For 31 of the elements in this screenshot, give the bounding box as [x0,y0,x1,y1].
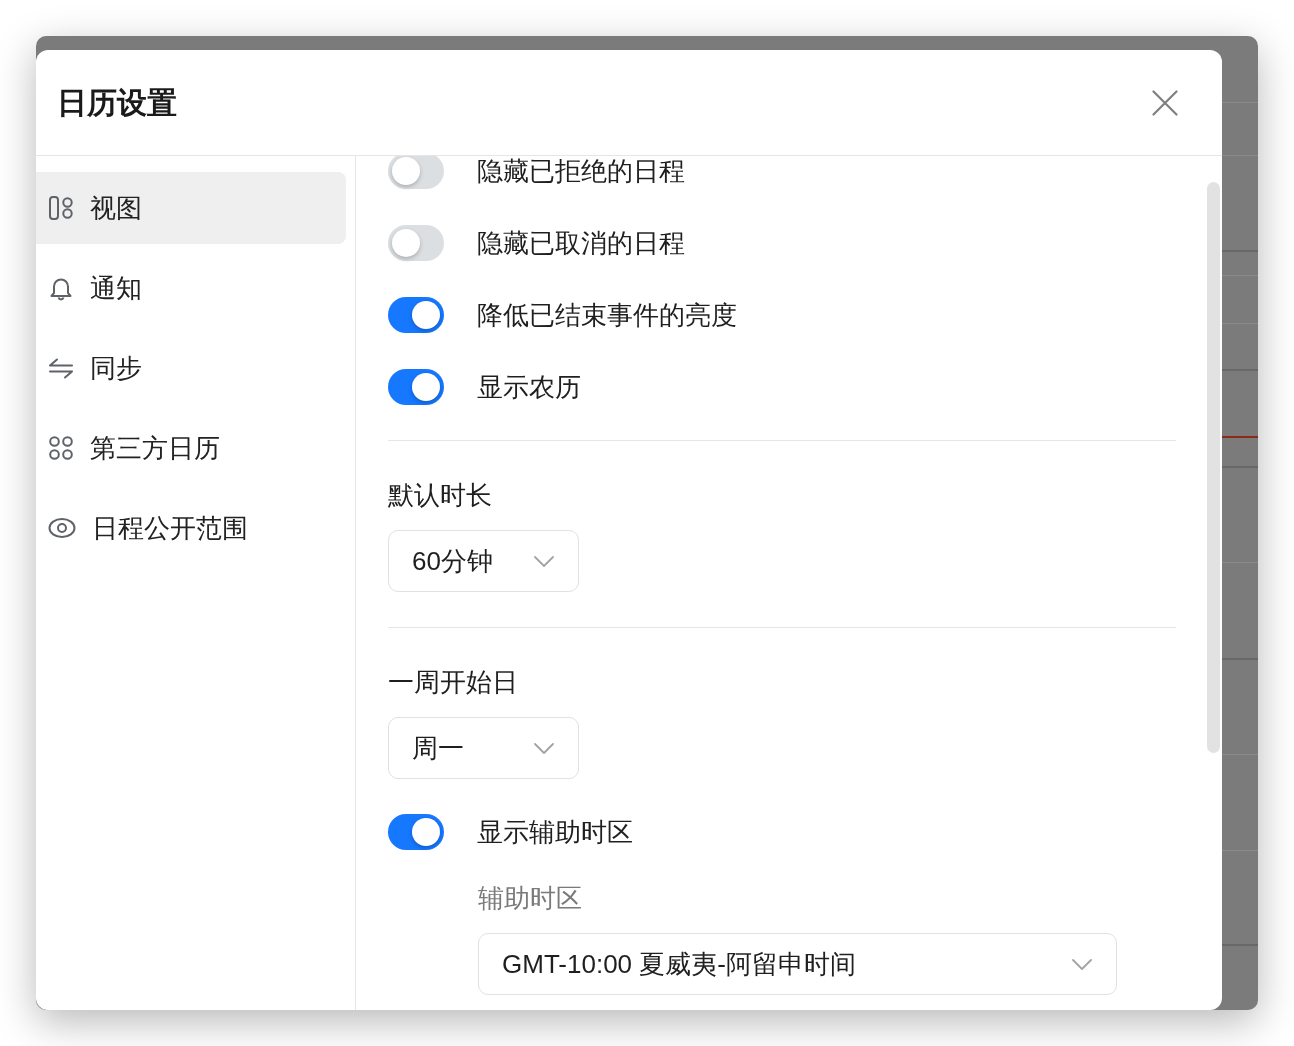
field-label: 一周开始日 [388,666,518,698]
scrollbar-thumb[interactable] [1207,182,1220,753]
dropdown-select[interactable]: GMT-10:00 夏威夷-阿留申时间 [478,933,1117,995]
dropdown-select[interactable]: 60分钟 [388,530,579,592]
dropdown-select[interactable]: 周一 [388,717,579,779]
sidebar-item[interactable]: 第三方日历 [36,412,346,484]
setting-label: 显示辅助时区 [477,816,633,848]
sidebar-item[interactable]: 通知 [36,252,346,324]
toggle-switch[interactable] [388,297,444,333]
sidebar-item[interactable]: 视图 [36,172,346,244]
dialog-title: 日历设置 [57,84,177,121]
close-button[interactable] [1152,89,1178,116]
setting-label: 隐藏已取消的日程 [477,227,685,259]
setting-label: 显示农历 [477,371,581,403]
field-label: 辅助时区 [478,882,582,914]
eye-icon [48,517,76,539]
sidebar-item[interactable]: 同步 [36,332,346,404]
field-label: 默认时长 [388,479,492,511]
chevron-down-icon [534,742,554,754]
close-icon [1152,89,1178,116]
toggle-switch[interactable] [388,369,444,405]
toggle-switch[interactable] [388,225,444,261]
four-circles-icon [48,435,74,461]
setting-label: 隐藏已拒绝的日程 [477,156,685,187]
chevron-down-icon [1072,958,1092,970]
toggle-switch[interactable] [388,814,444,850]
sidebar-item[interactable]: 日程公开范围 [36,492,346,564]
setting-label: 降低已结束事件的亮度 [477,299,737,331]
view-layout-icon [48,195,74,221]
chevron-down-icon [534,555,554,567]
toggle-switch[interactable] [388,156,444,189]
